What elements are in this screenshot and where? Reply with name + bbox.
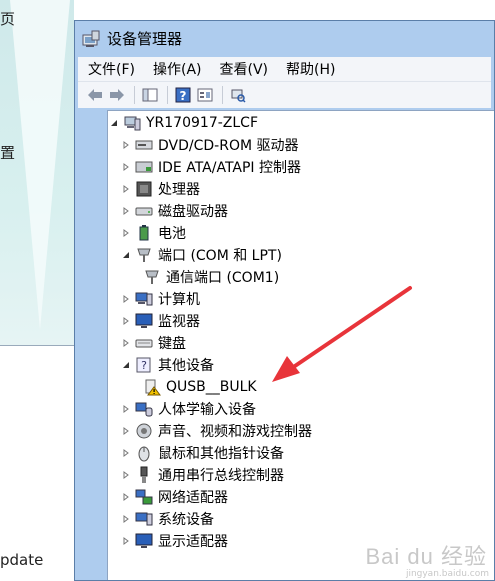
baidu-watermark-url: jingyan.baidu.com	[405, 569, 489, 579]
red-annotation-arrow	[272, 286, 412, 382]
baidu-watermark: Bai du 经验	[365, 544, 487, 569]
